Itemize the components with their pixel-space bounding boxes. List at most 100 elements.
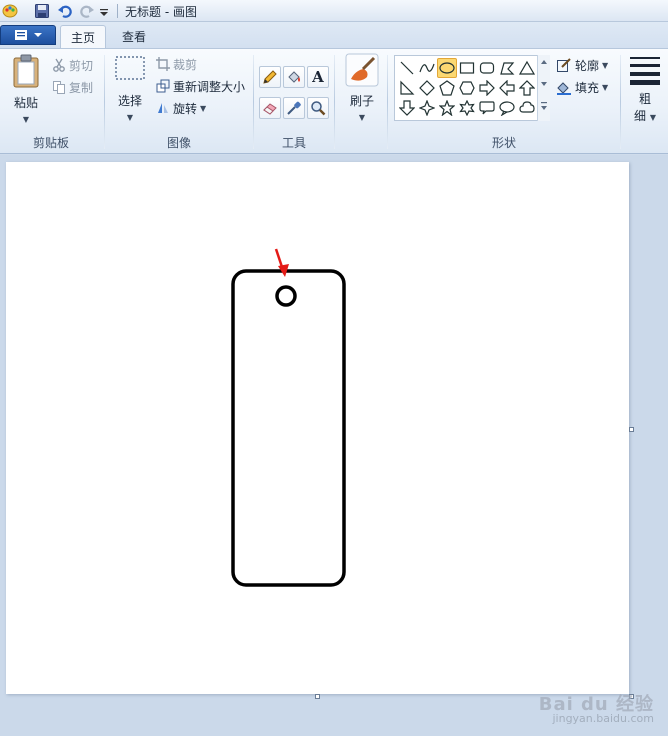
watermark-url: jingyan.baidu.com <box>552 712 654 725</box>
select-button[interactable]: 选择 ▼ <box>112 53 148 123</box>
image-group: 选择 ▼ 裁剪 重新调整大小 旋转 ▼ 图像 <box>106 49 252 153</box>
cut-button[interactable]: 剪切 <box>52 55 93 75</box>
color-picker-icon <box>287 101 301 115</box>
rounded-rectangle-shape[interactable] <box>477 58 497 78</box>
hexagon-shape[interactable] <box>457 78 477 98</box>
resize-handle-bottom[interactable] <box>315 694 320 699</box>
right-triangle-icon <box>400 80 415 95</box>
text-tool[interactable]: A <box>307 66 329 88</box>
paste-label: 粘贴 <box>13 96 38 110</box>
rotate-icon <box>158 103 168 113</box>
fill-tool[interactable] <box>283 66 305 88</box>
eraser-tool[interactable] <box>259 97 281 119</box>
diamond-shape[interactable] <box>417 78 437 98</box>
undo-icon[interactable] <box>57 3 73 19</box>
eraser-icon <box>263 103 277 115</box>
color-picker-tool[interactable] <box>283 97 305 119</box>
pentagon-icon <box>439 80 455 96</box>
copy-button[interactable]: 复制 <box>52 77 93 97</box>
rotate-label: 旋转 <box>173 101 198 116</box>
polygon-icon <box>500 62 515 75</box>
hexagon-icon <box>459 81 475 95</box>
fill-button[interactable]: 填充 ▼ <box>556 77 608 97</box>
group-separator <box>334 55 335 149</box>
rectangle-icon <box>459 62 475 74</box>
fill-icon <box>557 82 571 95</box>
up-arrow-icon <box>519 80 535 96</box>
title-separator <box>117 4 118 18</box>
pentagon-shape[interactable] <box>437 78 457 98</box>
qat-dropdown-icon[interactable] <box>98 3 114 19</box>
oval-callout-shape[interactable] <box>497 98 517 118</box>
resize-button[interactable]: 重新调整大小 <box>156 76 245 96</box>
watermark-logo: Bai du 经验 <box>538 694 654 715</box>
outline-label: 轮廓 <box>575 58 600 73</box>
four-point-star-shape[interactable] <box>417 98 437 118</box>
cut-label: 剪切 <box>69 58 94 73</box>
six-point-star-icon <box>459 100 475 116</box>
magnifier-icon <box>311 101 326 116</box>
six-point-star-shape[interactable] <box>457 98 477 118</box>
oval-shape[interactable] <box>437 58 457 78</box>
magnifier-tool[interactable] <box>307 97 329 119</box>
title-bar: 无标题 - 画图 <box>0 0 668 22</box>
save-icon[interactable] <box>34 3 50 19</box>
fill-dropdown-icon: ▼ <box>602 82 609 92</box>
five-point-star-shape[interactable] <box>437 98 457 118</box>
outline-button[interactable]: 轮廓 ▼ <box>556 55 608 75</box>
group-separator <box>104 55 105 149</box>
down-arrow-shape[interactable] <box>397 98 417 118</box>
right-triangle-shape[interactable] <box>397 78 417 98</box>
left-arrow-icon <box>499 80 515 96</box>
outline-dropdown-icon: ▼ <box>602 60 609 70</box>
shapes-scrollbar[interactable] <box>537 55 550 121</box>
rotate-button[interactable]: 旋转 ▼ <box>156 98 206 118</box>
oval-icon <box>439 62 455 74</box>
brushes-button[interactable]: 刷子 ▼ <box>342 53 382 123</box>
clipboard-group: 粘贴 ▼ 剪切 复制 剪贴板 <box>0 49 102 153</box>
pencil-tool[interactable] <box>259 66 281 88</box>
paint-app-icon[interactable] <box>2 3 18 19</box>
rectangle-shape[interactable] <box>457 58 477 78</box>
outline-icon <box>557 58 571 72</box>
cloud-callout-shape[interactable] <box>517 98 537 118</box>
line-icon <box>400 61 414 75</box>
line-shape[interactable] <box>397 58 417 78</box>
clipboard-group-label: 剪贴板 <box>32 136 69 150</box>
triangle-shape[interactable] <box>517 58 537 78</box>
paste-dropdown-icon: ▼ <box>22 115 30 124</box>
pencil-icon <box>263 70 277 84</box>
five-point-star-icon <box>439 100 455 116</box>
canvas-workspace: Bai du 经验 jingyan.baidu.com <box>0 155 668 736</box>
triangle-icon <box>519 60 535 75</box>
copy-icon <box>53 81 65 94</box>
paste-button[interactable]: 粘贴 ▼ <box>6 53 46 125</box>
four-point-star-icon <box>419 100 435 116</box>
size-button[interactable]: 粗 细 ▼ <box>626 55 664 124</box>
fill-bucket-icon <box>288 71 300 83</box>
up-arrow-shape[interactable] <box>517 78 537 98</box>
left-arrow-shape[interactable] <box>497 78 517 98</box>
group-separator <box>620 55 621 149</box>
brush-icon <box>345 53 379 87</box>
tools-group-label: 工具 <box>281 136 306 150</box>
watermark: Bai du 经验 jingyan.baidu.com <box>538 694 654 726</box>
tab-home[interactable]: 主页 <box>60 25 106 48</box>
resize-handle-right[interactable] <box>629 427 634 432</box>
paste-icon <box>13 54 39 88</box>
select-label: 选择 <box>117 94 142 108</box>
file-menu-button[interactable] <box>0 25 56 45</box>
drawing-canvas[interactable] <box>6 162 629 694</box>
rect-callout-shape[interactable] <box>477 98 497 118</box>
resize-icon <box>156 79 170 93</box>
curve-shape[interactable] <box>417 58 437 78</box>
select-icon <box>115 56 145 80</box>
file-menu-icon <box>15 30 42 40</box>
tab-view[interactable]: 查看 <box>112 25 158 48</box>
crop-button[interactable]: 裁剪 <box>156 54 197 74</box>
polygon-shape[interactable] <box>497 58 517 78</box>
ribbon-tab-row: 主页 查看 <box>0 22 668 48</box>
cloud-callout-icon <box>519 101 535 113</box>
right-arrow-shape[interactable] <box>477 78 497 98</box>
fill-label: 填充 <box>575 80 600 95</box>
